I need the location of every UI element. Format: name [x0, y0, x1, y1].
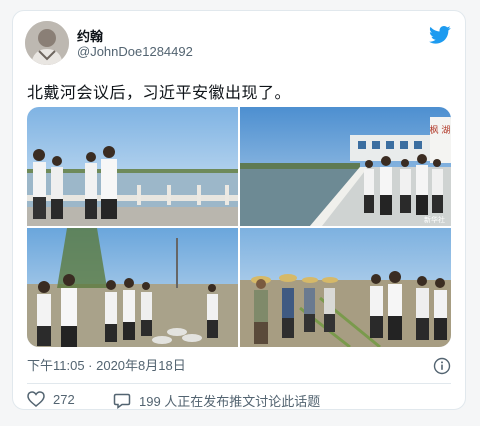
divider: [27, 383, 451, 384]
photo-field-1[interactable]: [27, 228, 238, 347]
like-button[interactable]: 272: [27, 391, 75, 407]
like-count: 272: [53, 391, 75, 407]
photo-grid: 枫 湖 新华社: [27, 107, 451, 347]
timestamp[interactable]: 下午11:05 · 2020年8月18日: [27, 358, 186, 373]
author-handle[interactable]: @JohnDoe1284492: [77, 44, 193, 59]
tweet-meta: 下午11:05 · 2020年8月18日: [27, 355, 451, 377]
discussion-text: 199 人正在发布推文讨论此话题: [139, 394, 321, 409]
author-name[interactable]: 约翰: [77, 26, 103, 45]
photo-riverside[interactable]: [27, 107, 238, 226]
tweet-text: 北戴河会议后，习近平安徽出现了。: [27, 85, 292, 102]
tweet-card: 约翰 @JohnDoe1284492 北戴河会议后，习近平安徽出现了。 枫 湖 …: [12, 10, 466, 410]
info-icon[interactable]: [433, 357, 451, 375]
avatar[interactable]: [25, 21, 69, 65]
discussion-link[interactable]: 199 人正在发布推文讨论此话题: [113, 391, 320, 410]
comment-icon: [113, 393, 131, 409]
photo-field-2[interactable]: [240, 228, 451, 347]
heart-icon: [27, 391, 45, 407]
watermark-text: 新华社: [424, 215, 445, 224]
twitter-bird-icon[interactable]: [429, 25, 451, 45]
photo-sluice[interactable]: 枫 湖 新华社: [240, 107, 451, 226]
sign-text: 枫 湖: [430, 124, 451, 136]
